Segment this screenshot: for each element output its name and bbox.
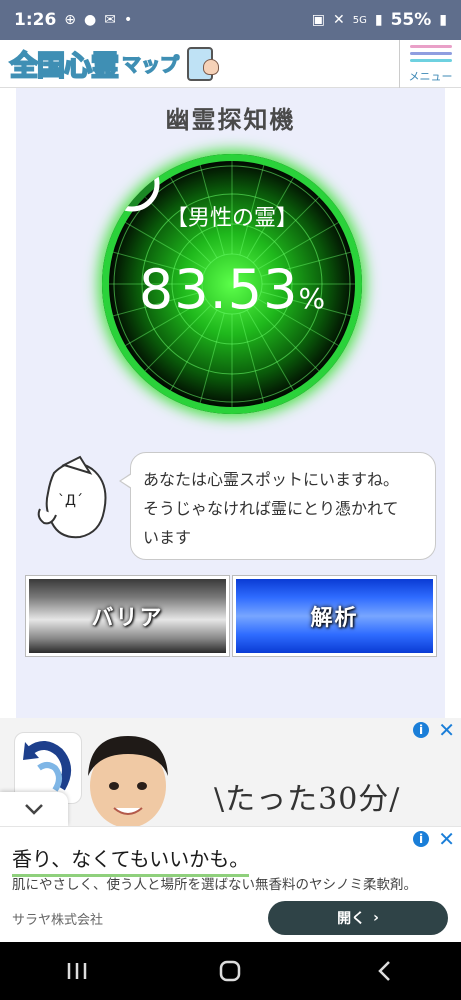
message-bubble: あなたは心霊スポットにいますね。 そうじゃなければ霊にとり憑かれて います [119,452,436,560]
action-buttons: バリア 解析 [25,575,437,657]
menu-label: メニュー [408,69,453,83]
svg-text:`Д´: `Д´ [58,493,83,509]
ad-description: 肌にやさしく、使う人と場所を選ばない無香料のヤシノミ柔軟剤。 [12,877,417,893]
detection-readout: 83.53% [102,258,362,321]
ghost-detector-radar: 【男性の霊】 83.53% [102,154,362,414]
location-icon: ● [84,12,97,28]
ad-child-photo [88,736,168,828]
menu-button[interactable]: メニュー [399,40,461,88]
ad-info-icon[interactable]: i [413,722,429,738]
direction-arrow-icon [104,156,160,212]
chevron-right-icon: › [373,910,379,926]
page-title: 幽霊探知機 [165,106,296,134]
detection-unit: % [298,282,326,315]
home-icon[interactable] [200,951,260,991]
ad-text-panel[interactable]: 香り、なくてもいいかも。 肌にやさしく、使う人と場所を選ばない無香料のヤシノミ柔… [0,826,461,942]
battery-icon: ▮ [439,12,447,28]
mail-icon: ✉ [104,12,116,28]
status-bar: 1:26 ⊕ ● ✉ • ▣ ✕ 5G ▮ 55% ▮ [0,0,461,40]
clock: 1:26 [14,10,57,30]
main-content: 幽霊探知機 【男性の霊】 83.53% `Д´ あなたは心霊スポットにいますね。… [16,88,445,718]
message-line-3: います [143,528,192,547]
ad-slogan: \たった30分/ [214,782,401,817]
ad-collapse-button[interactable] [0,792,68,826]
menu-line-2 [409,51,452,55]
logo-kana: マップ [121,53,180,77]
ad-info-icon-2[interactable]: i [413,831,429,847]
detection-value: 83.53 [138,258,299,321]
globe-icon: ⊕ [64,12,77,28]
message-line-1: あなたは心霊スポットにいますね。 [143,470,400,489]
ad-headline[interactable]: 香り、なくてもいいかも。 [12,843,250,877]
ad-banner-image[interactable]: \たった30分/ i ✕ [0,718,461,828]
ad-open-label: 開く [337,911,366,927]
phone-tap-icon [187,46,220,81]
back-icon[interactable] [354,951,414,991]
chevron-down-icon [25,804,43,815]
network-label: 5G [352,14,367,26]
mute-icon: ✕ [333,12,345,28]
recent-apps-icon[interactable] [47,951,107,991]
site-logo[interactable]: 全国心霊 マップ [9,44,220,84]
dot-icon: • [123,12,133,28]
signal-icon: ▮ [374,12,383,28]
menu-line-3 [409,58,452,62]
site-header: 全国心霊 マップ メニュー [0,40,461,88]
message-line-2: そうじゃなければ霊にとり憑かれて [143,499,399,518]
ad-open-button[interactable]: 開く › [268,901,448,935]
ad-close-icon-2[interactable]: ✕ [438,827,455,851]
system-nav-bar [0,942,461,1000]
ad-company: サラヤ株式会社 [12,913,104,928]
barrier-button[interactable]: バリア [25,575,230,657]
ghost-mascot-icon: `Д´ [37,455,107,539]
battery-saver-icon: ▣ [311,12,325,28]
battery-percent: 55% [390,10,432,30]
logo-text: 全国心霊 [9,48,120,83]
radar-display: 【男性の霊】 83.53% [102,154,362,414]
menu-line-1 [409,44,452,48]
ad-close-icon[interactable]: ✕ [438,718,455,742]
analyze-button[interactable]: 解析 [232,575,437,657]
